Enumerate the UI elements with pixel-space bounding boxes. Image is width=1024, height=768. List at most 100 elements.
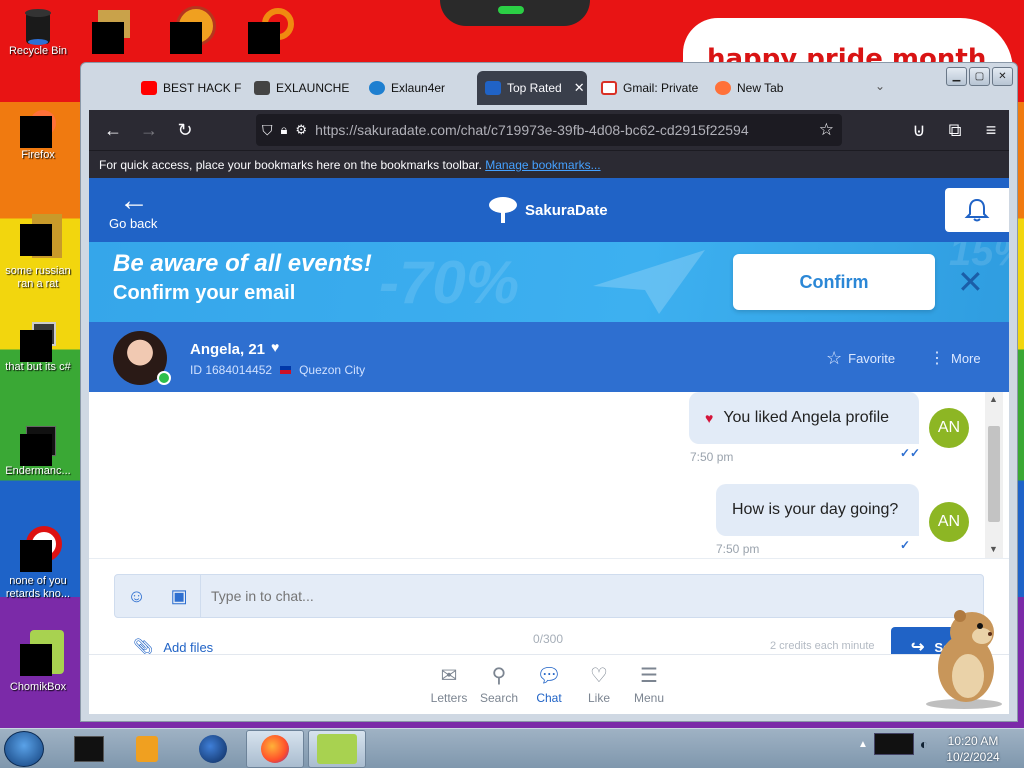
tab-exlaun4er[interactable]: Exlaun4er [361, 71, 471, 105]
scroll-thumb[interactable] [988, 426, 1000, 522]
profile-id: ID 1684014452 [190, 363, 273, 377]
bookmark-star-icon[interactable]: ☆ [819, 120, 834, 140]
message-time: 7:50 pm [690, 450, 734, 464]
heart-icon[interactable]: ♥ [271, 339, 279, 355]
hamster-pet-image[interactable] [920, 606, 1016, 710]
site-logo[interactable]: SakuraDate [487, 194, 608, 226]
media-player-icon [136, 736, 158, 762]
tray-app-icon[interactable] [873, 733, 914, 755]
check-icon: ✓ [900, 538, 911, 552]
gmail-icon [601, 81, 617, 95]
nav-search[interactable]: ⚲ Search [474, 663, 524, 705]
chat-input[interactable] [201, 575, 983, 617]
scroll-down-icon[interactable]: ▼ [989, 544, 998, 554]
favorite-label: Favorite [848, 351, 896, 366]
desktop-icon-blocked[interactable] [248, 8, 296, 56]
nav-chat[interactable]: 💬︎ Chat [524, 663, 574, 705]
list-tabs-icon[interactable]: ⌄ [875, 79, 885, 93]
nav-label: Menu [633, 691, 665, 705]
heart-icon: ♡ [590, 665, 608, 687]
nav-menu[interactable]: ☰ Menu [624, 663, 674, 705]
nav-letters[interactable]: ✉ Letters [424, 663, 474, 705]
windows-icon [20, 322, 56, 362]
shield-icon[interactable]: ⛉ [262, 122, 273, 139]
nav-label: Letters [430, 691, 468, 705]
chat-input-box: ☺ ▣ [114, 574, 984, 618]
url-bar[interactable]: ⛉ 🔒︎ ⚙ https://sakuradate.com/chat/c7199… [256, 114, 842, 146]
more-vertical-icon: ⋮ [929, 350, 945, 367]
tab-new-tab[interactable]: New Tab [707, 71, 815, 105]
close-banner-icon[interactable]: ✕ [957, 266, 984, 298]
desktop-icon-russian-rat[interactable]: some russian ran a rat [0, 214, 76, 291]
bell-icon [964, 198, 990, 222]
url-text[interactable]: https://sakuradate.com/chat/c719973e-39f… [315, 122, 749, 138]
tab-label: BEST HACK F [163, 81, 241, 95]
notifications-button[interactable] [945, 188, 1009, 232]
extensions-icon[interactable]: ⧉ [937, 114, 973, 146]
desktop-icon-endermanch[interactable]: Endermanc... [0, 426, 76, 478]
tab-top-rated[interactable]: Top Rated ✕ [477, 71, 587, 105]
tab-label: EXLAUNCHE [276, 81, 350, 95]
menu-icon[interactable]: ≡ [973, 114, 1009, 146]
nav-like[interactable]: ♡ Like [574, 663, 624, 705]
nav-label: Search [479, 691, 519, 705]
sticker-icon[interactable]: ▣ [171, 586, 188, 607]
desktop-icon-blocked[interactable] [170, 6, 218, 54]
taskbar-app-chomikbox[interactable] [308, 730, 366, 768]
show-hidden-icons-icon[interactable]: ▲ [858, 739, 868, 750]
more-button[interactable]: ⋮ More [929, 348, 981, 368]
tab-gmail[interactable]: Gmail: Private [593, 71, 701, 105]
desktop-icon-opera[interactable]: none of you retards kno... [0, 526, 76, 601]
message-time: 7:50 pm [716, 542, 760, 556]
taskbar: ▲ ◐ 10:20 AM 10/2/2024 [0, 728, 1024, 768]
tab-best-hack[interactable]: BEST HACK F [133, 71, 241, 105]
taskbar-app-globe[interactable] [184, 730, 242, 768]
permissions-icon[interactable]: ⚙ [295, 122, 307, 138]
start-button[interactable] [4, 731, 44, 767]
desktop-icon-csharp[interactable]: that but its c# [0, 322, 76, 374]
scroll-up-icon[interactable]: ▲ [989, 394, 998, 404]
online-status-indicator [157, 371, 171, 385]
confirm-email-button[interactable]: Confirm [733, 254, 935, 310]
desktop-icon-firefox[interactable]: Firefox [0, 110, 76, 162]
bottom-nav: ✉ Letters ⚲ Search 💬︎ Chat ♡ Like ☰ Menu [89, 654, 1009, 714]
close-window-button[interactable]: ✕ [992, 67, 1013, 86]
clock[interactable]: 10:20 AM 10/2/2024 [940, 733, 1006, 765]
close-tab-icon[interactable]: ✕ [574, 80, 585, 96]
desktop-icon-recycle-bin[interactable]: Recycle Bin [0, 6, 76, 58]
taskbar-app-media[interactable] [118, 730, 176, 768]
pocket-icon[interactable]: ⊍ [901, 114, 937, 146]
terminal-icon [20, 426, 56, 466]
exlaun4er-icon [369, 81, 385, 95]
desktop-icon-chomikbox[interactable]: ChomikBox [0, 630, 76, 694]
minimize-button[interactable]: ▁ [946, 67, 967, 86]
maximize-button[interactable]: ▢ [969, 67, 990, 86]
menu-icon: ☰ [640, 665, 658, 687]
firefox-icon [20, 110, 56, 148]
app-icon [20, 214, 62, 262]
taskbar-app-terminal[interactable] [60, 730, 118, 768]
sakuradate-icon [485, 81, 501, 95]
back-arrow-icon[interactable]: ← [95, 114, 131, 146]
recycle-bin-icon [20, 6, 56, 45]
tab-exlauncher[interactable]: EXLAUNCHE [246, 71, 354, 105]
manage-bookmarks-link[interactable]: Manage bookmarks... [485, 158, 600, 172]
search-icon: ⚲ [491, 665, 507, 687]
double-check-icon: ✓✓ [900, 446, 921, 460]
favorite-button[interactable]: ☆ Favorite [826, 348, 895, 369]
nav-toolbar: ← → ↻ ⛉ 🔒︎ ⚙ https://sakuradate.com/chat… [89, 110, 1009, 150]
lock-icon[interactable]: 🔒︎ [281, 122, 288, 138]
message-text: How is your day going? [732, 501, 899, 518]
go-back-button[interactable]: ← Go back [109, 186, 179, 232]
taskbar-app-firefox[interactable] [246, 730, 304, 768]
email-banner: -70% 15% Be aware of all events! Confirm… [89, 242, 1009, 322]
chat-composer: ☺ ▣ 0/300 📎︎ Add files 2 credits each mi… [89, 558, 1009, 667]
emoji-icon[interactable]: ☺ [127, 586, 145, 607]
forward-arrow-icon[interactable]: → [131, 114, 167, 146]
desktop-icon-blocked[interactable] [92, 10, 132, 54]
paper-plane-icon [593, 250, 705, 314]
network-icon[interactable]: ◐ [920, 736, 928, 752]
profile-name[interactable]: Angela, 21 [190, 341, 265, 358]
chat-scrollbar[interactable]: ▲ ▼ [985, 392, 1003, 558]
reload-icon[interactable]: ↻ [167, 114, 203, 146]
